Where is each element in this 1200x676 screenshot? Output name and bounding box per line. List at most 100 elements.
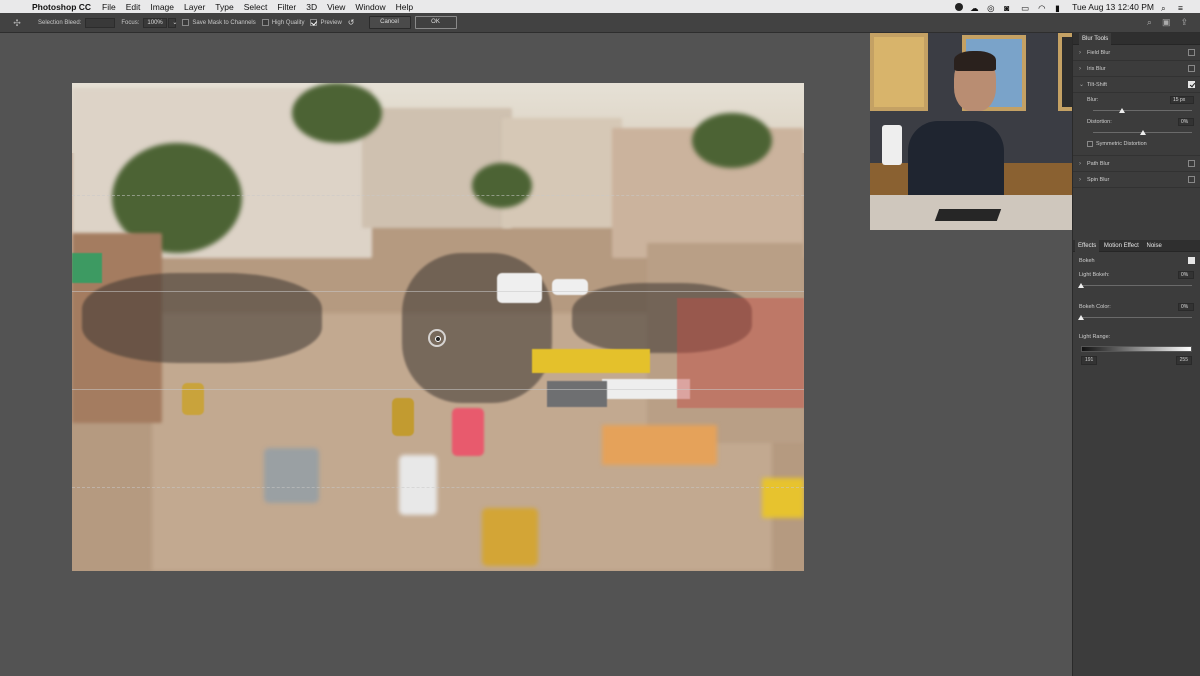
menu-3d[interactable]: 3D <box>306 2 317 12</box>
menu-filter[interactable]: Filter <box>277 2 296 12</box>
focus-dropdown-icon[interactable]: ⌄ <box>168 17 177 28</box>
bokeh-color-setting: Bokeh Color: 0% <box>1073 300 1200 314</box>
tilt-outer-line-top[interactable] <box>72 195 804 196</box>
menu-help[interactable]: Help <box>396 2 413 12</box>
field-blur-checkbox[interactable] <box>1188 49 1195 56</box>
path-blur-row[interactable]: › Path Blur <box>1073 156 1200 172</box>
high-quality-checkbox[interactable] <box>261 19 269 26</box>
light-range-max-field[interactable]: 255 <box>1175 356 1192 365</box>
options-bar: ✣ Selection Bleed: Focus: 100% ⌄ Save Ma… <box>0 13 1200 33</box>
light-range-gradient-slider[interactable] <box>1081 346 1192 352</box>
menu-view[interactable]: View <box>327 2 345 12</box>
cancel-button[interactable]: Cancel <box>368 16 411 29</box>
chevron-right-icon[interactable]: › <box>1079 177 1087 183</box>
menu-select[interactable]: Select <box>244 2 268 12</box>
camera-icon[interactable]: ◙ <box>1004 3 1014 13</box>
clock[interactable]: Tue Aug 13 12:40 PM <box>1072 2 1154 12</box>
menu-edit[interactable]: Edit <box>126 2 141 12</box>
symmetric-distortion-checkbox[interactable] <box>1087 141 1093 147</box>
focus-field[interactable]: 100% <box>143 17 168 28</box>
chevron-right-icon[interactable]: › <box>1079 50 1087 56</box>
slider-track <box>1081 317 1192 318</box>
car-pink <box>452 408 484 456</box>
light-bokeh-slider[interactable] <box>1078 282 1192 290</box>
selection-bleed-field[interactable] <box>85 17 116 28</box>
notification-list-icon[interactable]: ≡ <box>1178 3 1188 13</box>
battery-icon[interactable]: ▮ <box>1055 3 1065 13</box>
ok-button[interactable]: OK <box>414 16 457 29</box>
yellow-awning <box>532 349 650 373</box>
spin-blur-checkbox[interactable] <box>1188 176 1195 183</box>
app-status-icon[interactable] <box>955 2 964 11</box>
distortion-slider[interactable] <box>1093 129 1192 137</box>
chevron-right-icon[interactable]: › <box>1079 66 1087 72</box>
tab-motion-effects[interactable]: Motion Effect <box>1101 240 1142 252</box>
wifi-icon[interactable]: ◠ <box>1038 3 1048 13</box>
light-bokeh-slider-knob[interactable] <box>1078 283 1084 288</box>
symmetric-distortion-setting: Symmetric Distortion <box>1073 137 1200 151</box>
yellow-awning-blurred <box>762 478 804 518</box>
light-bokeh-value-field[interactable]: 0% <box>1178 271 1194 279</box>
workspace-icon[interactable]: ▣ <box>1162 17 1171 28</box>
tab-effects[interactable]: Effects <box>1075 240 1100 252</box>
wall-painting <box>870 33 928 111</box>
chevron-right-icon[interactable]: › <box>1079 161 1087 167</box>
display-icon[interactable]: ▭ <box>1021 3 1031 13</box>
reset-icon[interactable]: ↺ <box>348 18 355 27</box>
blur-tools-tab[interactable]: Blur Tools <box>1079 33 1112 45</box>
bokeh-color-slider-knob[interactable] <box>1078 315 1084 320</box>
iris-blur-row[interactable]: › Iris Blur <box>1073 61 1200 77</box>
bokeh-color-value-field[interactable]: 0% <box>1178 303 1194 311</box>
tilt-inner-line-bottom[interactable] <box>72 389 804 390</box>
light-range-values: 191 255 <box>1081 356 1192 365</box>
distortion-label: Distortion: <box>1087 119 1112 125</box>
options-right: ⌕ ▣ ⇪ <box>1147 17 1200 28</box>
blur-gallery-tool-icon[interactable]: ✣ <box>10 17 24 29</box>
blur-pin-handle[interactable] <box>428 329 446 347</box>
menu-image[interactable]: Image <box>150 2 174 12</box>
effects-header: Effects Motion Effect Noise <box>1073 240 1200 252</box>
share-icon[interactable]: ⇪ <box>1180 17 1188 28</box>
distortion-slider-knob[interactable] <box>1139 130 1146 135</box>
canvas-photo[interactable] <box>72 83 804 571</box>
bokeh-checkbox[interactable] <box>1188 257 1195 264</box>
chevron-down-icon[interactable]: ⌄ <box>1079 81 1087 88</box>
cloud-icon[interactable]: ☁ <box>970 3 980 13</box>
distortion-setting: Distortion: 0% <box>1073 115 1200 129</box>
mac-menubar: Photoshop CC File Edit Image Layer Type … <box>0 0 1200 13</box>
bokeh-color-slider[interactable] <box>1078 314 1192 322</box>
blur-panel: Blur Tools › Field Blur › Iris Blur ⌄ Ti… <box>1072 33 1200 676</box>
path-blur-checkbox[interactable] <box>1188 160 1195 167</box>
orange-awning <box>602 425 717 465</box>
blur-slider[interactable] <box>1093 107 1192 115</box>
save-mask-checkbox[interactable] <box>182 19 190 26</box>
light-range-min-field[interactable]: 191 <box>1081 356 1098 365</box>
tree <box>292 83 382 143</box>
tab-noise[interactable]: Noise <box>1144 240 1165 252</box>
creative-cloud-icon[interactable]: ◎ <box>987 3 997 13</box>
tilt-outer-line-bottom[interactable] <box>72 487 804 488</box>
menu-type[interactable]: Type <box>215 2 233 12</box>
blur-value-field[interactable]: 15 px <box>1170 96 1194 104</box>
van <box>552 279 588 295</box>
menu-file[interactable]: File <box>102 2 116 12</box>
field-blur-row[interactable]: › Field Blur <box>1073 45 1200 61</box>
menu-layer[interactable]: Layer <box>184 2 205 12</box>
tilt-inner-line-top[interactable] <box>72 291 804 292</box>
blur-slider-knob[interactable] <box>1118 108 1125 113</box>
save-mask-label: Save Mask to Channels <box>192 19 256 26</box>
distortion-value-field[interactable]: 0% <box>1178 118 1194 126</box>
app-menu[interactable]: Photoshop CC <box>32 2 91 12</box>
search-icon[interactable]: ⌕ <box>1161 3 1171 13</box>
symmetric-distortion-label: Symmetric Distortion <box>1096 141 1147 147</box>
search-icon[interactable]: ⌕ <box>1147 17 1152 28</box>
drawing-tablet <box>934 209 1002 221</box>
menu-window[interactable]: Window <box>355 2 385 12</box>
spin-blur-row[interactable]: › Spin Blur <box>1073 172 1200 188</box>
iris-blur-checkbox[interactable] <box>1188 65 1195 72</box>
preview-checkbox[interactable] <box>310 19 318 26</box>
car-blurred <box>264 448 319 503</box>
tilt-shift-row[interactable]: ⌄ Tilt-Shift <box>1073 77 1200 93</box>
tilt-shift-checkbox[interactable] <box>1188 81 1195 88</box>
iris-blur-label: Iris Blur <box>1087 65 1106 72</box>
